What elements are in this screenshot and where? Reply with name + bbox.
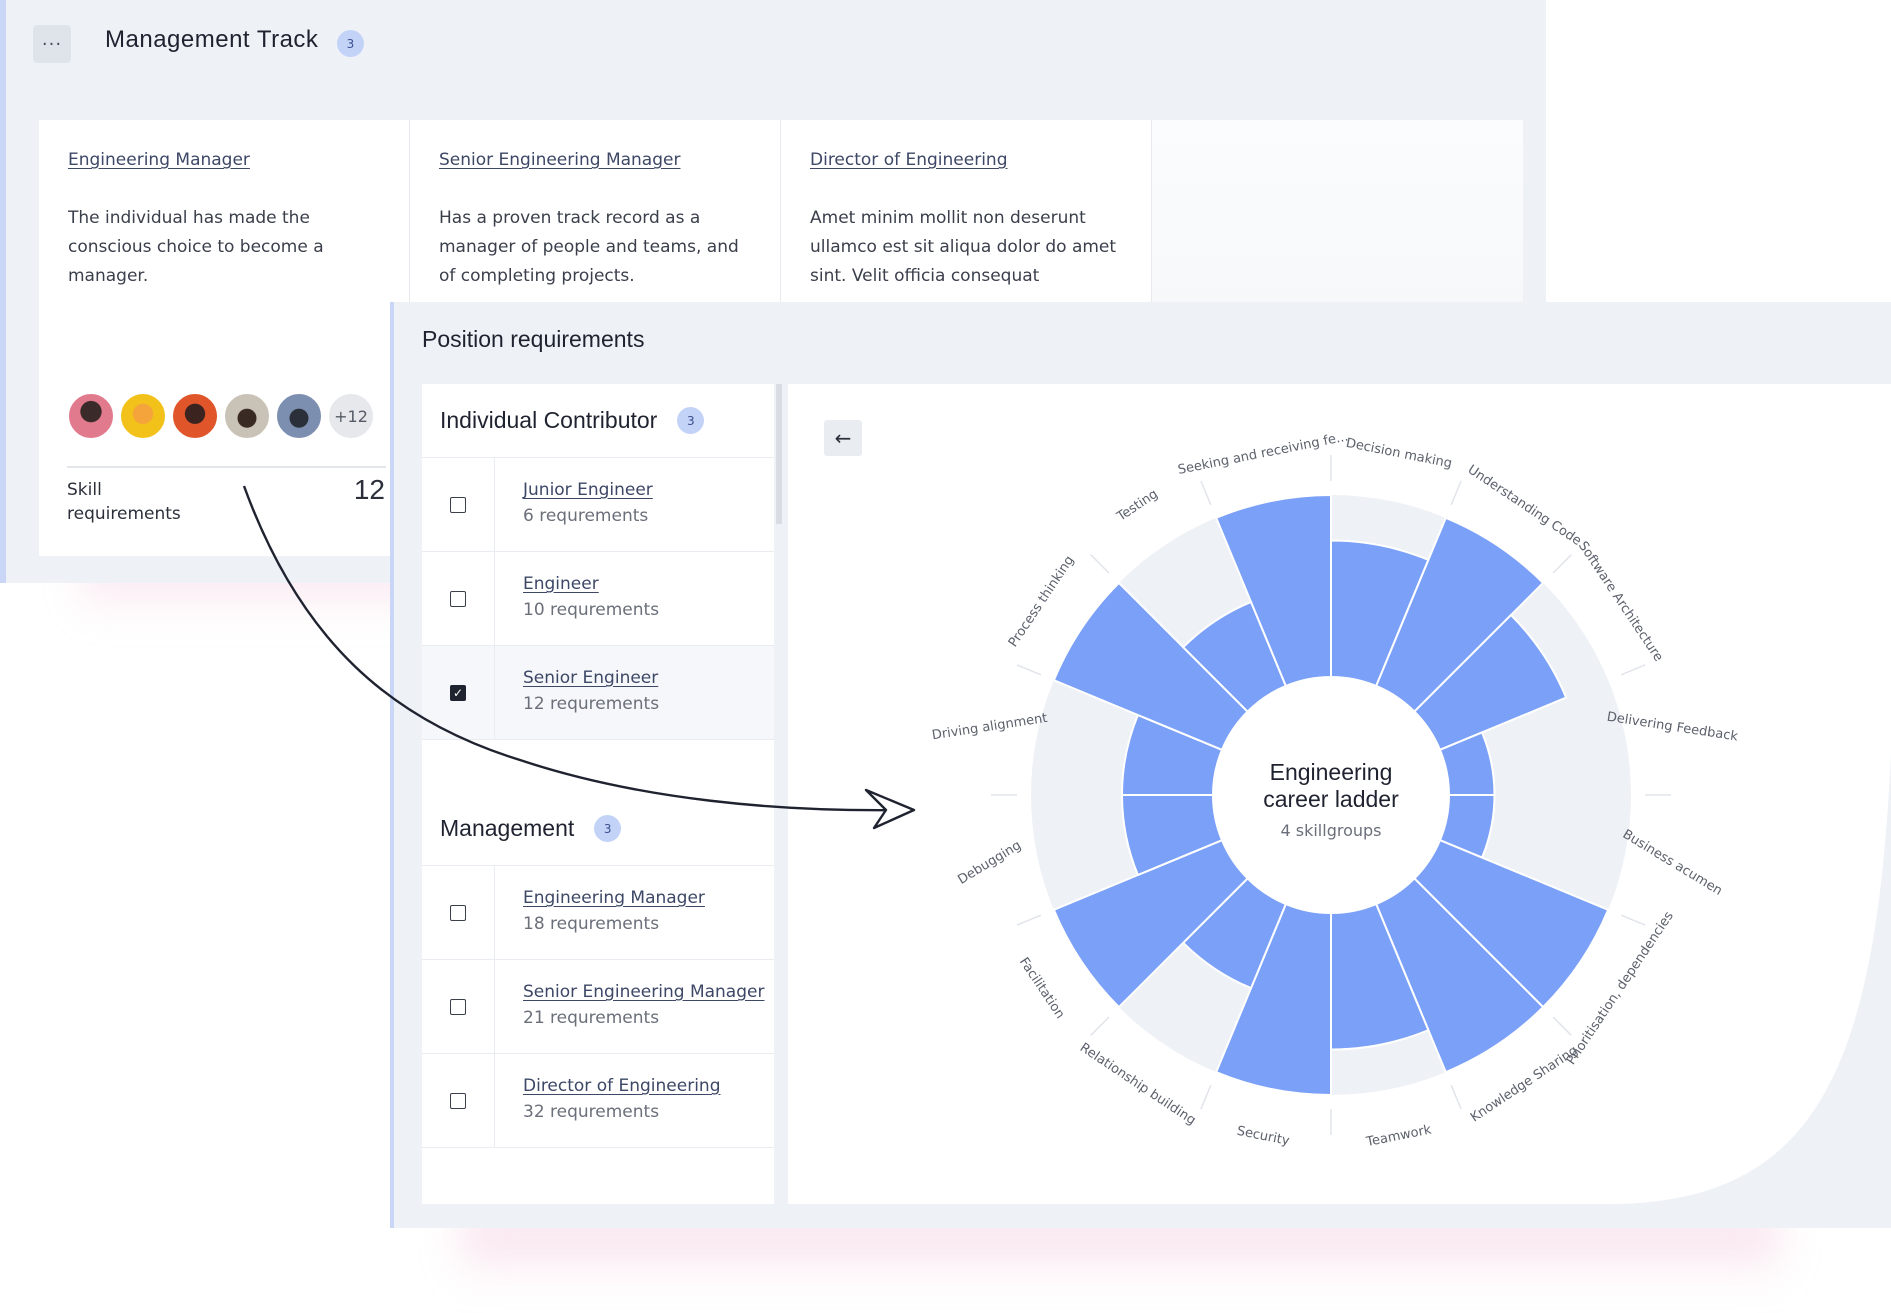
- checkbox[interactable]: [450, 590, 466, 607]
- list-item[interactable]: Director of Engineering 32 requrements: [422, 1054, 774, 1148]
- chart-divider-tick: [1200, 480, 1212, 506]
- chart-center-title: Engineering: [1270, 759, 1393, 785]
- card-description: The individual has made the conscious ch…: [68, 208, 324, 286]
- chart-divider-tick: [1016, 664, 1042, 676]
- chart-category-label: Debugging: [955, 838, 1024, 888]
- avatar-group: +12: [67, 392, 379, 440]
- group-count-badge: 3: [594, 815, 622, 842]
- list-item[interactable]: Engineer 10 requrements: [422, 552, 774, 646]
- chart-divider-tick: [1090, 1016, 1110, 1036]
- skill-requirements-count: 12: [353, 474, 385, 505]
- chart-divider-tick: [1450, 1084, 1462, 1110]
- more-avatars-count[interactable]: +12: [327, 392, 375, 440]
- position-link[interactable]: Junior Engineer: [523, 480, 653, 500]
- requirements-count: 6 requrements: [523, 506, 649, 526]
- chart-category-label: Facilitation: [1016, 955, 1067, 1022]
- chart-category-label: Teamwork: [1364, 1122, 1433, 1150]
- chart-divider-tick: [1620, 664, 1646, 676]
- chart-divider-tick: [1090, 554, 1110, 574]
- chart-category-label: Business acumen: [1620, 827, 1725, 899]
- chart-divider-tick: [1552, 554, 1572, 574]
- group-header-individual-contributor: Individual Contributor 3: [422, 384, 774, 458]
- chart-category-label: Driving alignment: [931, 711, 1049, 744]
- chart-area: ← Decision making Understanding Code Softw…: [788, 384, 1891, 1204]
- position-link[interactable]: Director of Engineering: [523, 1076, 720, 1096]
- avatar[interactable]: [275, 392, 323, 440]
- chart-divider-tick: [1552, 1016, 1572, 1036]
- group-count-badge: 3: [677, 407, 705, 434]
- chart-category-label: Decision making: [1345, 436, 1454, 472]
- chart-category-label: Seeking and receiving fe...: [1177, 429, 1350, 478]
- more-icon: ···: [41, 33, 63, 55]
- card-title-link[interactable]: Director of Engineering: [810, 150, 1122, 170]
- chart-divider-tick: [1620, 914, 1646, 926]
- chart-divider-tick: [1200, 1084, 1212, 1110]
- avatar[interactable]: [171, 392, 219, 440]
- more-menu-button[interactable]: ···: [33, 25, 71, 63]
- skill-requirements-label: Skill requirements: [67, 480, 181, 524]
- position-requirements-panel: Position requirements Individual Contrib…: [390, 302, 1891, 1228]
- avatar[interactable]: [67, 392, 115, 440]
- card-description: Has a proven track record as a manager o…: [439, 208, 739, 286]
- chart-category-label: Knowledge Sharing: [1468, 1043, 1581, 1125]
- list-item-selected[interactable]: ✓ Senior Engineer 12 requrements: [422, 646, 774, 740]
- career-ladder-polar-chart: Decision makingUnderstanding CodeSoftwar…: [931, 429, 1739, 1150]
- checkbox[interactable]: [450, 904, 466, 921]
- card-description: Amet minim mollit non deserunt ullamco e…: [810, 208, 1117, 286]
- chart-category-label: Testing: [1114, 487, 1161, 525]
- chart-divider-tick: [1450, 480, 1462, 506]
- panel-title: Position requirements: [422, 326, 645, 352]
- track-title: Management Track: [105, 26, 319, 53]
- avatar[interactable]: [119, 392, 167, 440]
- group-name: Individual Contributor: [440, 407, 658, 433]
- list-item[interactable]: Junior Engineer 6 requrements: [422, 458, 774, 552]
- position-link[interactable]: Senior Engineer: [523, 668, 659, 688]
- position-card: Engineering Manager The individual has m…: [39, 120, 410, 556]
- position-link[interactable]: Senior Engineering Manager: [523, 982, 764, 1002]
- chart-center-title: career ladder: [1263, 786, 1399, 812]
- position-list: Individual Contributor 3 Junior Engineer…: [422, 384, 774, 1204]
- requirements-count: 21 requrements: [523, 1008, 660, 1028]
- checkbox[interactable]: [450, 998, 466, 1015]
- group-header-management: Management 3: [422, 760, 774, 866]
- requirements-count: 32 requrements: [523, 1102, 660, 1122]
- chart-center-subtitle: 4 skillgroups: [1280, 821, 1381, 840]
- track-count-badge: 3: [337, 30, 364, 57]
- chart-divider-tick: [1016, 914, 1042, 926]
- chart-category-label: Security: [1235, 1124, 1291, 1149]
- avatar[interactable]: [223, 392, 271, 440]
- list-scrollbar[interactable]: [776, 384, 782, 524]
- requirements-count: 18 requrements: [523, 914, 660, 934]
- position-link[interactable]: Engineering Manager: [523, 888, 705, 908]
- card-title-link[interactable]: Senior Engineering Manager: [439, 150, 751, 170]
- requirements-count: 10 requrements: [523, 600, 660, 620]
- checkbox[interactable]: [450, 496, 466, 513]
- list-item[interactable]: Senior Engineering Manager 21 requrement…: [422, 960, 774, 1054]
- list-item[interactable]: Engineering Manager 18 requrements: [422, 866, 774, 960]
- group-name: Management: [440, 815, 575, 841]
- requirements-count: 12 requrements: [523, 694, 660, 714]
- checkbox[interactable]: [450, 1092, 466, 1109]
- card-divider: [67, 466, 386, 468]
- check-icon: ✓: [452, 685, 464, 700]
- position-link[interactable]: Engineer: [523, 574, 659, 594]
- card-title-link[interactable]: Engineering Manager: [68, 150, 380, 170]
- chart-category-label: Process thinking: [1006, 553, 1078, 650]
- checkbox-checked[interactable]: ✓: [450, 684, 466, 701]
